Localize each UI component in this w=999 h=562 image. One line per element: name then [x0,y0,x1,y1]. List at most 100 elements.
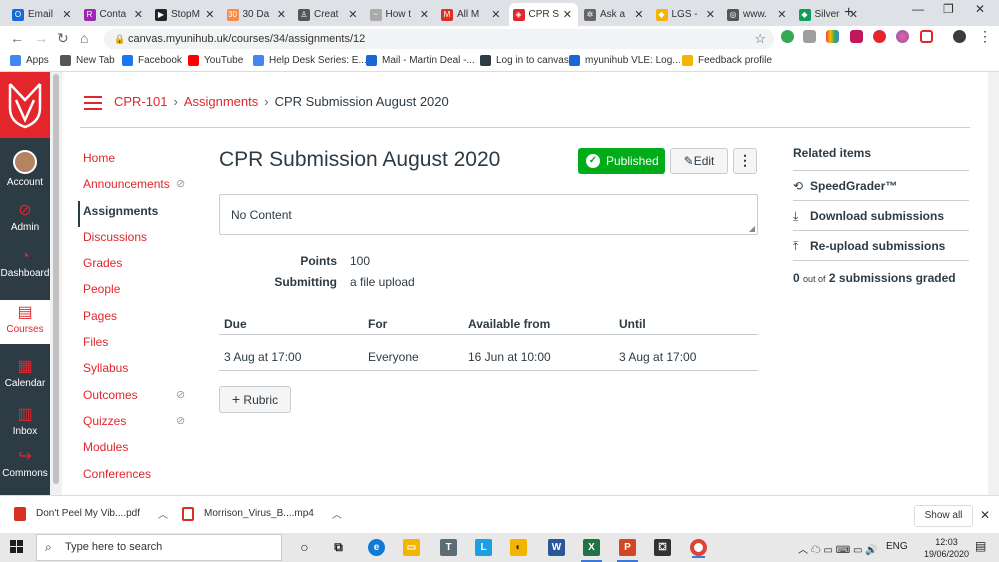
chevron-up-icon[interactable]: ︿ [158,506,168,521]
bookmark-item[interactable]: New Tab [60,55,115,66]
course-nav-syllabus[interactable]: Syllabus [78,358,198,384]
browser-tab[interactable]: ◎ www. ✕ [723,3,793,26]
download-item[interactable]: Don't Peel My Vib....pdf ︿ [14,506,168,521]
task-view-icon[interactable]: ⧉ [330,539,347,556]
forward-arrow-icon[interactable]: → [34,30,48,46]
back-arrow-icon[interactable]: ← [10,30,24,46]
more-options-button[interactable]: ⋮ [733,148,757,174]
page-scrollbar[interactable] [988,72,999,495]
global-nav-account[interactable]: Account [0,146,50,192]
game-app-icon[interactable]: ◐ [510,539,527,556]
bookmark-item[interactable]: Feedback profile [682,55,772,66]
description-box[interactable]: No Content ◢ [219,194,758,235]
l-app-icon[interactable]: L [475,539,492,556]
windows-start-icon[interactable] [10,540,24,554]
bookmark-item[interactable]: Facebook [122,55,182,66]
global-nav-commons[interactable]: ↪ Commons [0,444,50,495]
bookmark-item[interactable]: Apps [10,55,49,66]
bookmark-item[interactable]: Log in to canvas [480,55,569,66]
profile-avatar[interactable] [953,30,966,43]
bookmark-item[interactable]: Help Desk Series: E... [253,55,367,66]
browser-tab[interactable]: ♙ Creat ✕ [294,3,364,26]
browser-menu-icon[interactable]: ⋮ [978,28,992,45]
tab-close-icon[interactable]: ✕ [277,8,286,21]
browser-tab[interactable]: R Conta ✕ [80,3,150,26]
home-icon[interactable]: ⌂ [80,30,88,46]
extension-icon[interactable] [896,30,909,43]
close-icon[interactable]: ✕ [980,508,990,522]
tab-close-icon[interactable]: ✕ [205,8,214,21]
bookmark-item[interactable]: Mail - Martin Deal -... [366,55,475,66]
edge-browser-icon[interactable]: e [368,539,385,556]
course-nav-people[interactable]: People [78,279,198,305]
course-nav-files[interactable]: Files [78,332,198,358]
powerpoint-icon[interactable]: P [617,539,638,562]
global-nav-inbox[interactable]: ▥ Inbox [0,402,50,442]
browser-tab[interactable]: 30 30 Da ✕ [223,3,293,26]
browser-tab[interactable]: ▶ StopM ✕ [151,3,221,26]
institution-logo[interactable] [0,72,50,138]
tab-close-icon[interactable]: ✕ [491,8,500,21]
tab-close-icon[interactable]: ✕ [420,8,429,21]
notifications-icon[interactable]: ▤ [975,539,986,553]
file-explorer-icon[interactable]: ▭ [403,539,420,556]
reupload-submissions-link[interactable]: ⤒ Re-upload submissions [793,231,969,261]
course-nav-discussions[interactable]: Discussions [78,227,198,253]
extension-icon[interactable] [781,30,794,43]
chrome-icon[interactable] [690,539,707,558]
new-tab-button[interactable]: + [844,4,853,22]
tab-close-icon[interactable]: ✕ [348,8,357,21]
browser-tab[interactable]: ◆ Silver ✕ [795,3,865,26]
browser-tab[interactable]: M All M ✕ [437,3,507,26]
tab-close-icon[interactable]: ✕ [706,8,715,21]
show-all-button[interactable]: Show all [914,505,973,527]
excel-icon[interactable]: X [581,539,602,562]
course-nav-modules[interactable]: Modules [78,437,198,463]
minimize-button[interactable]: — [912,2,924,16]
course-nav-grades[interactable]: Grades [78,253,198,279]
reload-icon[interactable]: ↻ [57,30,69,47]
cortana-icon[interactable]: ○ [296,539,313,556]
browser-tab[interactable]: ✲ Ask a ✕ [580,3,650,26]
global-nav-courses[interactable]: ▤ Courses [0,300,50,344]
course-nav-home[interactable]: Home [78,148,198,174]
taskbar-search-input[interactable]: ⌕ Type here to search [36,534,282,561]
global-nav-admin[interactable]: ⊘ Admin [0,198,50,240]
system-tray-icons[interactable]: ︿ ☁ ▭ ⌨ ▭ 🔊 [798,541,878,556]
browser-tab[interactable]: O Email ✕ [8,3,78,26]
global-nav-dashboard[interactable]: ◔ Dashboard [0,244,50,300]
browser-tab[interactable]: ◈ CPR S ✕ [508,3,578,26]
course-nav-assignments[interactable]: Assignments [78,200,198,227]
bookmark-star-icon[interactable]: ☆ [754,29,766,49]
window-close-button[interactable]: ✕ [975,2,985,16]
tab-close-icon[interactable]: ✕ [563,8,572,21]
system-clock[interactable]: 12:03 19/06/2020 [924,536,969,560]
download-item[interactable]: Morrison_Virus_B....mp4 ︿ [182,506,342,521]
breadcrumb-course-link[interactable]: CPR-101 [114,94,167,109]
course-menu-toggle[interactable] [84,96,102,114]
download-submissions-link[interactable]: ⤓ Download submissions [793,201,969,231]
breadcrumb-assignments-link[interactable]: Assignments [184,94,258,109]
published-button[interactable]: ✓ Published [578,148,665,174]
course-nav-conferences[interactable]: Conferences [78,464,198,490]
word-icon[interactable]: W [548,539,565,556]
extension-icon[interactable] [826,30,839,43]
resize-grip-icon[interactable]: ◢ [749,224,755,233]
edit-button[interactable]: ✎Edit [670,148,728,174]
bookmark-item[interactable]: myunihub VLE: Log... [569,55,681,66]
chevron-up-icon[interactable]: ︿ [332,506,342,521]
browser-tab[interactable]: ◆ LGS - ✕ [652,3,722,26]
language-indicator[interactable]: ENG [886,541,908,552]
tab-close-icon[interactable]: ✕ [134,8,143,21]
course-nav-outcomes[interactable]: Outcomes ⊘ [78,385,198,411]
speedgrader-link[interactable]: ⟲ SpeedGrader™ [793,171,969,201]
store-icon[interactable]: ⛋ [654,539,671,556]
tab-close-icon[interactable]: ✕ [62,8,71,21]
tab-close-icon[interactable]: ✕ [777,8,786,21]
url-field[interactable]: 🔒 canvas.myunihub.uk/courses/34/assignme… [104,29,774,49]
extension-icon[interactable] [873,30,886,43]
rubric-button[interactable]: + Rubric [219,386,291,413]
teams-icon[interactable]: T [440,539,457,556]
extension-icon[interactable] [850,30,863,43]
bookmark-item[interactable]: YouTube [188,55,243,66]
